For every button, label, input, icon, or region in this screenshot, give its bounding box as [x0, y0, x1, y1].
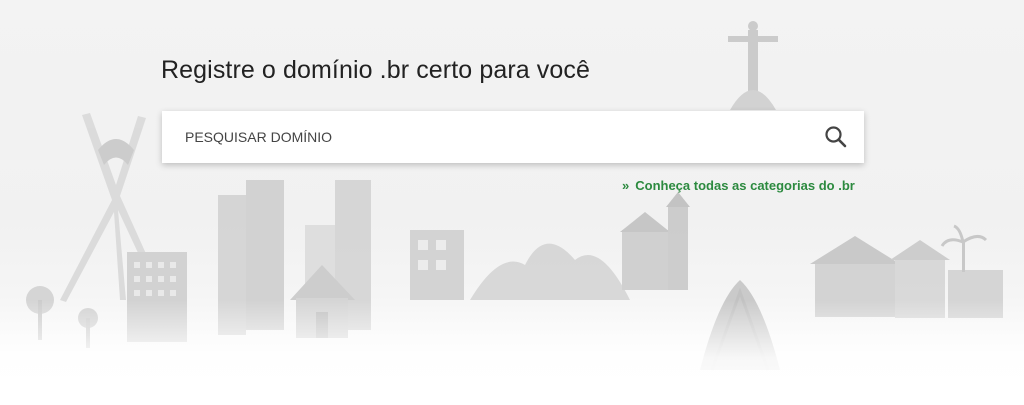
hero-banner: Registre o domínio .br certo para você »… — [0, 0, 1024, 405]
search-button[interactable] — [822, 123, 850, 151]
bottom-fade — [0, 300, 1024, 405]
search-icon — [825, 126, 847, 148]
all-categories-link[interactable]: » Conheça todas as categorias do .br — [622, 178, 855, 193]
categories-link-label: Conheça todas as categorias do .br — [635, 178, 855, 193]
domain-search-bar — [162, 111, 864, 163]
page-title: Registre o domínio .br certo para você — [161, 56, 591, 84]
double-chevron-right-icon: » — [622, 178, 630, 193]
domain-search-input[interactable] — [162, 111, 802, 163]
